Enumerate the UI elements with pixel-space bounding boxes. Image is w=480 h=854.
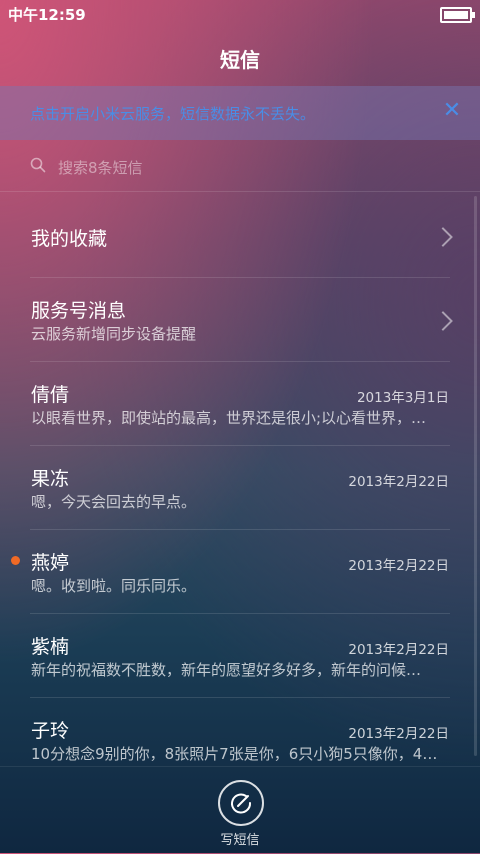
cloud-service-banner[interactable]: 点击开启小米云服务，短信数据永不丢失。 ✕ [0,86,480,140]
list-item-service-messages[interactable]: 服务号消息 云服务新增同步设备提醒 [0,278,480,362]
compose-label[interactable]: 写短信 [0,829,480,848]
list-item-preview: 云服务新增同步设备提醒 [31,325,197,343]
contact-name: 燕婷 [31,552,70,574]
banner-text[interactable]: 点击开启小米云服务，短信数据永不丢失。 [30,103,315,124]
close-icon[interactable]: ✕ [440,99,464,123]
message-date: 2013年3月1日 [356,390,449,406]
status-time: 中午12:59 [8,6,86,24]
list-item[interactable]: 紫楠 2013年2月22日 新年的祝福数不胜数，新年的愿望好多好多，新年的问候… [0,614,480,698]
chevron-right-icon [433,227,453,247]
page-title: 短信 [220,48,260,72]
list-item[interactable]: 倩倩 2013年3月1日 以眼看世界，即使站的最高，世界还是很小;以心看世界，… [0,362,480,446]
message-date: 2013年2月22日 [348,726,449,742]
contact-name: 紫楠 [31,636,70,658]
message-date: 2013年2月22日 [348,642,449,658]
compose-button[interactable] [218,780,264,826]
list-item-name: 我的收藏 [31,228,108,250]
message-date: 2013年2月22日 [348,558,449,574]
contact-name: 子玲 [31,720,70,742]
search-input[interactable]: 搜索8条短信 [58,157,143,178]
message-preview: 以眼看世界，即使站的最高，世界还是很小;以心看世界，… [31,409,427,427]
list-item-favorites[interactable]: 我的收藏 [0,194,480,278]
status-bar: 中午12:59 [0,0,480,28]
search-bar[interactable]: 搜索8条短信 [0,145,480,192]
contact-name: 果冻 [31,468,70,490]
battery-icon [440,7,475,23]
message-preview: 新年的祝福数不胜数，新年的愿望好多好多，新年的问候… [31,661,422,679]
list-item[interactable]: 果冻 2013年2月22日 嗯，今天会回去的早点。 [0,446,480,530]
contact-name: 倩倩 [31,384,70,406]
scrollbar[interactable] [474,196,477,756]
message-date: 2013年2月22日 [348,474,449,490]
bottom-bar: 写短信 [0,766,480,854]
message-preview: 嗯，今天会回去的早点。 [31,493,197,511]
message-preview: 10分想念9别的你，8张照片7张是你，6只小狗5只像你，4… [31,745,438,763]
search-icon [30,157,46,173]
unread-indicator-icon [11,556,20,565]
list-item[interactable]: 燕婷 2013年2月22日 嗯。收到啦。同乐同乐。 [0,530,480,614]
compose-icon [231,793,252,814]
list-item-name: 服务号消息 [31,300,127,322]
message-preview: 嗯。收到啦。同乐同乐。 [31,577,197,595]
